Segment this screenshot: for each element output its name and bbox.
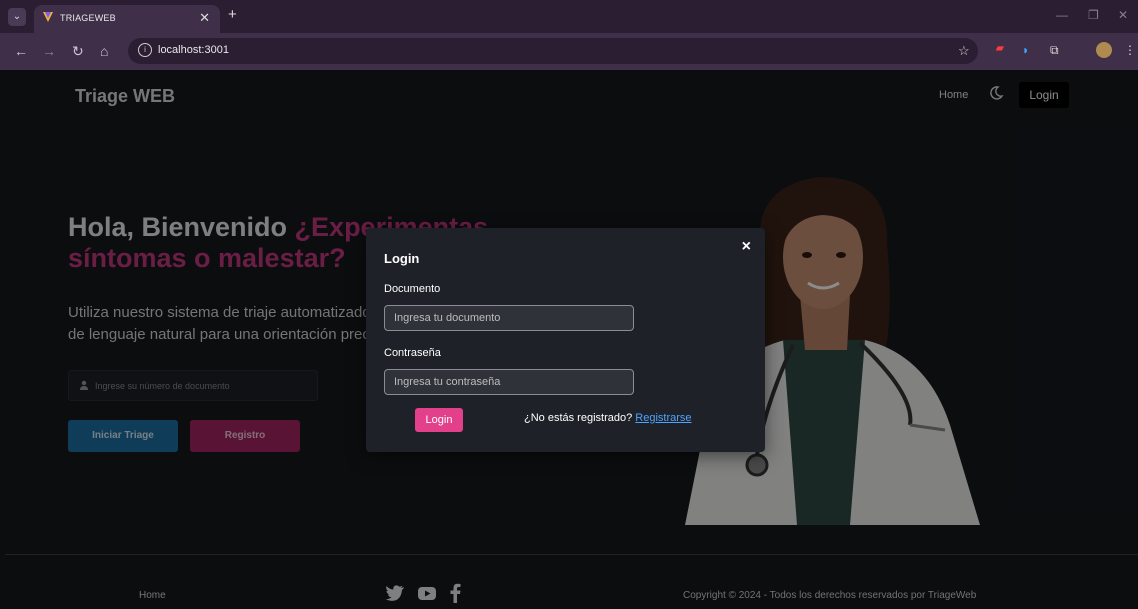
modal-title: Login [384,251,420,266]
register-prompt: ¿No estás registrado? Registrarse [524,412,692,424]
url-text: localhost:3001 [158,44,229,56]
extensions-puzzle-icon[interactable]: ⧉ [1050,43,1059,58]
bookmark-star-icon[interactable]: ☆ [958,43,970,59]
password-label: Contraseña [384,347,441,359]
tab-title: TRIAGEWEB [60,13,116,23]
window-minimize-icon[interactable]: — [1056,8,1068,22]
forward-icon[interactable]: → [42,43,56,59]
documento-label: Documento [384,283,441,295]
window-restore-icon[interactable]: ❐ [1088,8,1099,22]
extension-red-icon[interactable]: ▰ [996,43,1004,54]
extension-audio-icon[interactable]: ◗ [1022,43,1029,57]
url-field[interactable]: i localhost:3001 [128,38,978,64]
browser-menu-icon[interactable]: ⋮ [1124,43,1136,57]
register-prompt-text: ¿No estás registrado? [524,412,636,424]
browser-address-bar: ← → ↻ ⌂ i localhost:3001 ☆ ▰ ◗ ⧉ ⋮ [0,33,1138,70]
reload-icon[interactable]: ↻ [72,43,84,60]
password-input[interactable] [384,369,634,395]
modal-login-button[interactable]: Login [415,408,463,432]
register-link[interactable]: Registrarse [635,412,691,424]
browser-tab-bar: ⌄ TRIAGEWEB ✕ + — ❐ ✕ [0,0,1138,33]
home-icon[interactable]: ⌂ [100,43,108,59]
new-tab-icon[interactable]: + [228,6,237,23]
tab-close-icon[interactable]: ✕ [199,10,210,26]
profile-avatar-icon[interactable] [1096,42,1112,58]
modal-close-icon[interactable]: × [742,238,751,256]
login-modal: × Login Documento Contraseña Login ¿No e… [366,228,765,452]
back-icon[interactable]: ← [14,43,28,59]
window-close-icon[interactable]: ✕ [1118,8,1128,22]
triage-favicon-icon [43,12,53,22]
tab-search-chevron-icon[interactable]: ⌄ [8,8,26,26]
documento-input[interactable] [384,305,634,331]
site-info-icon[interactable]: i [138,43,152,57]
browser-tab[interactable]: TRIAGEWEB ✕ [34,5,220,33]
